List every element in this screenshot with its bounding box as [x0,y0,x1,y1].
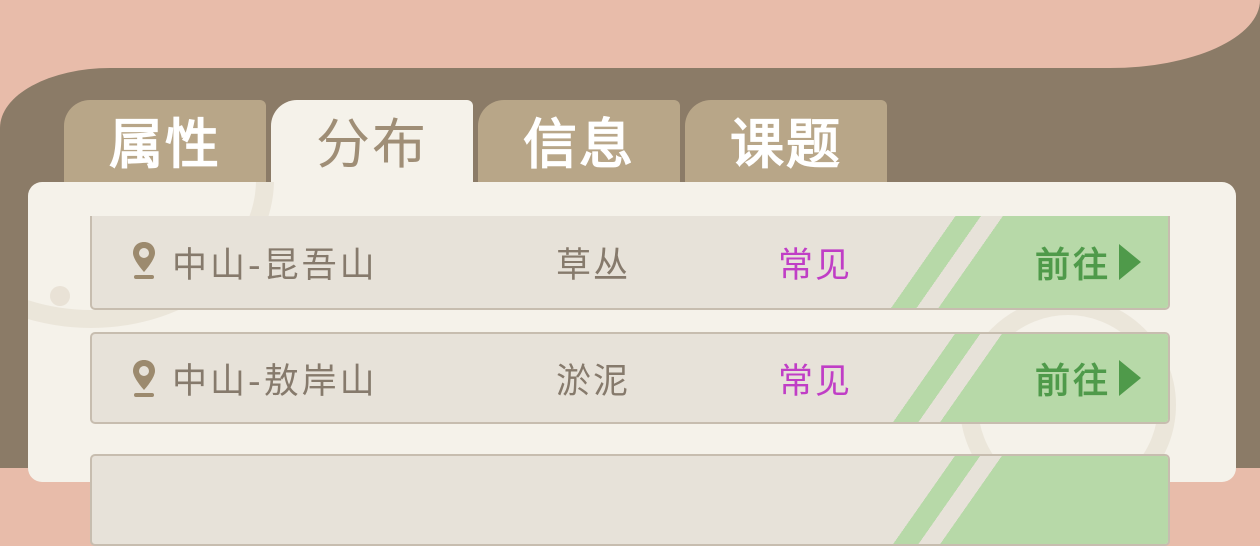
tab-distribution[interactable]: 分布 [271,100,473,184]
go-button-label: 前往 [1034,361,1111,402]
go-button-label: 前往 [1034,245,1111,286]
list-item: 中山-敖岸山 淤泥 常见 前往 [90,332,1170,424]
rarity-label: 常见 [778,361,853,402]
decorative-dot [50,286,70,306]
list-item: 中山-昆吾山 草丛 常见 前往 [90,216,1170,310]
terrain-type: 淤泥 [556,361,631,402]
go-button-background [868,456,1168,544]
tab-info[interactable]: 信息 [478,100,680,184]
terrain-type: 草丛 [556,245,631,286]
arrow-right-icon [1119,360,1141,396]
location-name: 中山-昆吾山 [172,245,378,286]
go-button[interactable]: 前往 [1008,216,1168,308]
map-pin-icon [133,360,155,397]
tab-tasks[interactable]: 课题 [685,100,887,184]
go-button[interactable]: 前往 [1008,334,1168,422]
header-curve [1100,0,1260,68]
location-name: 中山-敖岸山 [172,361,378,402]
map-pin-icon [133,242,155,279]
rarity-label: 常见 [778,245,853,286]
arrow-right-icon [1119,244,1141,280]
list-item [90,454,1170,546]
tab-attributes[interactable]: 属性 [64,100,266,184]
